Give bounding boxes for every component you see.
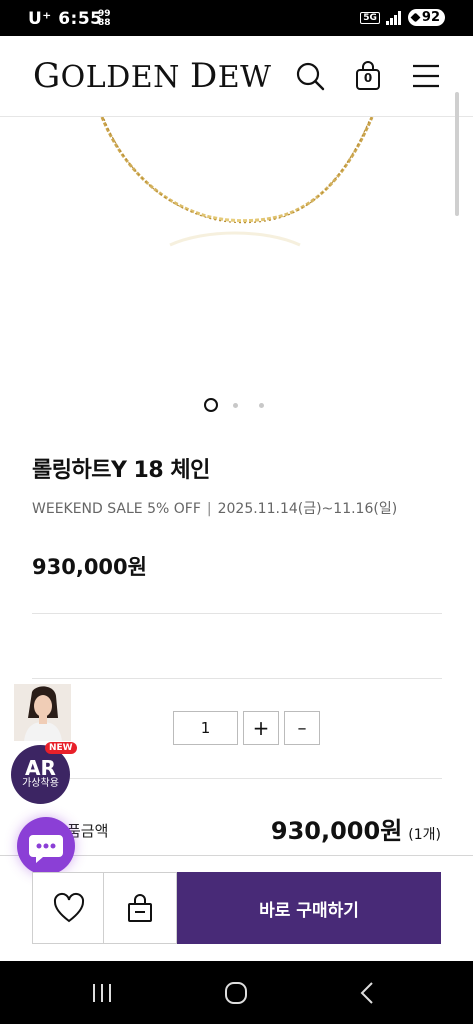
battery-indicator: 92 [407,9,445,26]
gallery-dot-2[interactable] [233,403,238,408]
divider [32,678,442,679]
divider [32,778,442,779]
gallery-dot-1[interactable] [204,398,218,412]
product-price: 930,000원 [32,555,147,579]
product-image[interactable] [0,117,473,387]
cart-count: 0 [363,71,373,85]
quantity-input[interactable]: 1 [173,711,238,745]
quantity-plus-button[interactable]: + [243,711,279,745]
home-icon[interactable] [223,980,249,1006]
recent-apps-icon[interactable] [90,981,114,1005]
search-icon[interactable] [294,60,326,92]
site-header: GOLDEN DEW 0 [0,36,473,117]
add-to-cart-button[interactable] [104,872,177,944]
hamburger-menu-icon[interactable] [410,60,442,92]
chat-button[interactable] [17,817,75,875]
total-price: 930,000원 (1개) [270,817,441,845]
new-badge: NEW [45,742,77,754]
buy-now-button[interactable]: 바로 구매하기 [177,872,441,944]
product-title: 롤링하트Y 18 체인 [32,458,210,483]
gallery-pagination [0,398,473,414]
chat-bubble-icon [29,835,63,863]
status-bar: U⁺ 6:55 99 88 5G 92 [0,0,473,36]
status-time: U⁺ 6:55 [28,9,103,29]
cart-button[interactable]: 0 [352,60,384,92]
ar-model-thumbnail[interactable] [14,684,71,741]
shopping-bag-minus-icon [128,894,152,922]
quantity-minus-button[interactable]: – [284,711,320,745]
divider [32,613,442,614]
gallery-dot-3[interactable] [259,403,264,408]
back-icon[interactable] [356,981,380,1005]
wishlist-button[interactable] [32,872,104,944]
heart-icon [53,892,85,923]
system-nav-bar [0,961,473,1024]
brand-logo[interactable]: GOLDEN DEW [33,56,271,96]
model-photo [14,684,71,741]
signal-icon [385,10,401,25]
status-notification: 99 88 [98,9,111,28]
status-indicators: 5G 92 [360,9,445,26]
network-badge: 5G [360,11,380,24]
promo-text: WEEKEND SALE 5% OFF | 2025.11.14(금)~11.16(… [32,501,398,517]
